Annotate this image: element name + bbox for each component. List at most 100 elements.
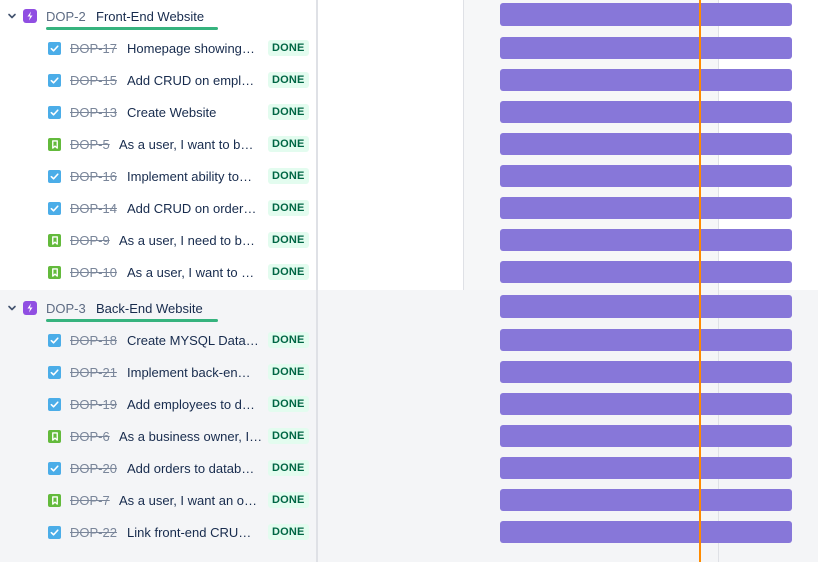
issue-row[interactable]: DOP-14 Add CRUD on order… DONE <box>0 192 316 224</box>
task-checkbox-icon <box>48 73 61 87</box>
issue-key[interactable]: DOP-19 <box>70 397 117 412</box>
timeline-issue-bar[interactable] <box>500 101 792 123</box>
issue-title[interactable]: Create MYSQL Data… <box>127 333 259 348</box>
issue-title[interactable]: Implement ability to… <box>127 169 252 184</box>
issue-key[interactable]: DOP-5 <box>70 137 110 152</box>
issue-title[interactable]: As a user, I need to b… <box>119 233 255 248</box>
epic-icon <box>23 9 37 23</box>
task-checkbox-icon <box>48 41 61 55</box>
task-checkbox-icon <box>48 461 61 475</box>
story-bookmark-icon <box>48 429 61 443</box>
issue-title[interactable]: Link front-end CRU… <box>127 525 251 540</box>
issue-row[interactable]: DOP-17 Homepage showing… DONE <box>0 32 316 64</box>
issue-list-panel: DOP-2 Front-End Website DOP-17 Homepage sho… <box>0 0 316 562</box>
issue-title[interactable]: Add orders to datab… <box>127 461 254 476</box>
timeline-issue-bar[interactable] <box>500 261 792 283</box>
epic-key[interactable]: DOP-3 <box>46 301 86 316</box>
epic-progress-bar <box>46 27 218 30</box>
issue-row[interactable]: DOP-19 Add employees to d… DONE <box>0 388 316 420</box>
timeline-issue-bar[interactable] <box>500 521 792 543</box>
status-lozenge-done[interactable]: DONE <box>268 364 309 380</box>
timeline-issue-bar[interactable] <box>500 165 792 187</box>
status-lozenge-done[interactable]: DONE <box>268 492 309 508</box>
status-lozenge-done[interactable]: DONE <box>268 136 309 152</box>
timeline-issue-bar[interactable] <box>500 457 792 479</box>
issue-title[interactable]: As a business owner, I… <box>119 429 262 444</box>
story-bookmark-icon <box>48 265 61 279</box>
issue-row[interactable]: DOP-18 Create MYSQL Data… DONE <box>0 324 316 356</box>
status-lozenge-done[interactable]: DONE <box>268 428 309 444</box>
timeline-epic-bar[interactable] <box>500 295 792 318</box>
chevron-down-icon[interactable] <box>7 303 17 313</box>
task-checkbox-icon <box>48 365 61 379</box>
issue-row[interactable]: DOP-10 As a user, I want to … DONE <box>0 256 316 288</box>
issue-key[interactable]: DOP-15 <box>70 73 117 88</box>
epic-title[interactable]: Back-End Website <box>96 301 203 316</box>
timeline-issue-bar[interactable] <box>500 425 792 447</box>
issue-key[interactable]: DOP-14 <box>70 201 117 216</box>
issue-key[interactable]: DOP-16 <box>70 169 117 184</box>
issue-title[interactable]: Implement back-en… <box>127 365 251 380</box>
issue-title[interactable]: Create Website <box>127 105 216 120</box>
issue-key[interactable]: DOP-21 <box>70 365 117 380</box>
epic-title[interactable]: Front-End Website <box>96 9 204 24</box>
timeline-issue-bar[interactable] <box>500 329 792 351</box>
timeline-issue-bar[interactable] <box>500 393 792 415</box>
issue-row[interactable]: DOP-9 As a user, I need to b… DONE <box>0 224 316 256</box>
task-checkbox-icon <box>48 105 61 119</box>
issue-row[interactable]: DOP-13 Create Website DONE <box>0 96 316 128</box>
issue-title[interactable]: Add employees to d… <box>127 397 255 412</box>
issue-row[interactable]: DOP-21 Implement back-en… DONE <box>0 356 316 388</box>
story-bookmark-icon <box>48 493 61 507</box>
issue-row[interactable]: DOP-15 Add CRUD on empl… DONE <box>0 64 316 96</box>
timeline-issue-bar[interactable] <box>500 361 792 383</box>
task-checkbox-icon <box>48 397 61 411</box>
status-lozenge-done[interactable]: DONE <box>268 168 309 184</box>
status-lozenge-done[interactable]: DONE <box>268 232 309 248</box>
issue-title[interactable]: As a user, I want an o… <box>119 493 257 508</box>
issue-title[interactable]: As a user, I want to … <box>127 265 254 280</box>
issue-row[interactable]: DOP-16 Implement ability to… DONE <box>0 160 316 192</box>
issue-title[interactable]: As a user, I want to b… <box>119 137 253 152</box>
epic-key[interactable]: DOP-2 <box>46 9 86 24</box>
timeline-issue-bar[interactable] <box>500 37 792 59</box>
issue-title[interactable]: Homepage showing… <box>127 41 255 56</box>
task-checkbox-icon <box>48 525 61 539</box>
issue-key[interactable]: DOP-22 <box>70 525 117 540</box>
timeline-issue-bar[interactable] <box>500 197 792 219</box>
issue-row[interactable]: DOP-20 Add orders to datab… DONE <box>0 452 316 484</box>
status-lozenge-done[interactable]: DONE <box>268 264 309 280</box>
story-bookmark-icon <box>48 137 61 151</box>
chevron-down-icon[interactable] <box>7 11 17 21</box>
task-checkbox-icon <box>48 201 61 215</box>
issue-title[interactable]: Add CRUD on order… <box>127 201 256 216</box>
issue-key[interactable]: DOP-10 <box>70 265 117 280</box>
timeline-epic-bar[interactable] <box>500 3 792 26</box>
status-lozenge-done[interactable]: DONE <box>268 72 309 88</box>
status-lozenge-done[interactable]: DONE <box>268 200 309 216</box>
timeline-issue-bar[interactable] <box>500 229 792 251</box>
issue-key[interactable]: DOP-7 <box>70 493 110 508</box>
status-lozenge-done[interactable]: DONE <box>268 396 309 412</box>
epic-row[interactable]: DOP-2 Front-End Website <box>0 0 316 32</box>
status-lozenge-done[interactable]: DONE <box>268 524 309 540</box>
issue-row[interactable]: DOP-22 Link front-end CRU… DONE <box>0 516 316 548</box>
issue-key[interactable]: DOP-20 <box>70 461 117 476</box>
epic-row[interactable]: DOP-3 Back-End Website <box>0 292 316 324</box>
status-lozenge-done[interactable]: DONE <box>268 104 309 120</box>
status-lozenge-done[interactable]: DONE <box>268 460 309 476</box>
issue-row[interactable]: DOP-6 As a business owner, I… DONE <box>0 420 316 452</box>
status-lozenge-done[interactable]: DONE <box>268 332 309 348</box>
issue-row[interactable]: DOP-5 As a user, I want to b… DONE <box>0 128 316 160</box>
status-lozenge-done[interactable]: DONE <box>268 40 309 56</box>
issue-row[interactable]: DOP-7 As a user, I want an o… DONE <box>0 484 316 516</box>
timeline-issue-bar[interactable] <box>500 489 792 511</box>
issue-title[interactable]: Add CRUD on empl… <box>127 73 254 88</box>
issue-key[interactable]: DOP-18 <box>70 333 117 348</box>
issue-key[interactable]: DOP-6 <box>70 429 110 444</box>
timeline-issue-bar[interactable] <box>500 133 792 155</box>
issue-key[interactable]: DOP-9 <box>70 233 110 248</box>
timeline-issue-bar[interactable] <box>500 69 792 91</box>
issue-key[interactable]: DOP-17 <box>70 41 117 56</box>
issue-key[interactable]: DOP-13 <box>70 105 117 120</box>
